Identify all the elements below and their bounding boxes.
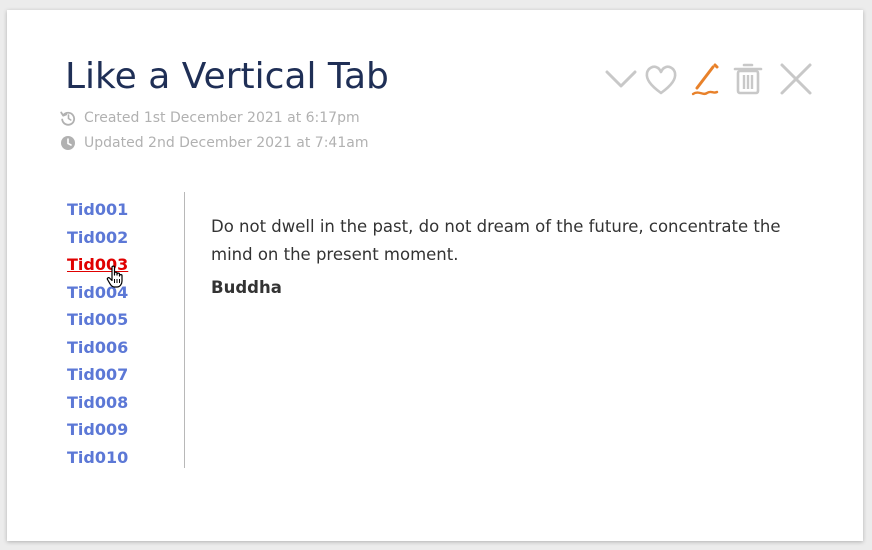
created-text: Created 1st December 2021 at 6:17pm [84, 110, 360, 126]
close-icon[interactable] [775, 60, 817, 100]
tab-tid006[interactable]: Tid006 [67, 334, 187, 362]
created-info: Created 1st December 2021 at 6:17pm [60, 110, 360, 126]
tab-tid001[interactable]: Tid001 [67, 196, 187, 224]
tiddler-card: Like a Vertical Tab Created 1st December… [7, 10, 863, 541]
tab-tid004[interactable]: Tid004 [67, 279, 187, 307]
tab-tid003[interactable]: Tid003 [67, 251, 187, 279]
tab-content: Do not dwell in the past, do not dream o… [211, 213, 801, 297]
chevron-down-icon[interactable] [601, 60, 641, 100]
clock-icon [61, 136, 75, 150]
tiddler-toolbar [595, 60, 817, 100]
tab-tid007[interactable]: Tid007 [67, 361, 187, 389]
quote-author: Buddha [211, 278, 282, 297]
quote-text: Do not dwell in the past, do not dream o… [211, 217, 781, 264]
tiddler-title: Like a Vertical Tab [65, 56, 389, 97]
tab-tid005[interactable]: Tid005 [67, 306, 187, 334]
heart-icon[interactable] [641, 60, 681, 100]
updated-text: Updated 2nd December 2021 at 7:41am [84, 135, 369, 151]
updated-info: Updated 2nd December 2021 at 7:41am [60, 135, 368, 151]
tab-tid008[interactable]: Tid008 [67, 389, 187, 417]
vertical-tab-list: Tid001 Tid002 Tid003 Tid004 Tid005 Tid00… [67, 196, 187, 471]
tab-divider [184, 192, 185, 468]
tab-tid010[interactable]: Tid010 [67, 444, 187, 472]
trash-icon[interactable] [728, 60, 768, 100]
tab-tid002[interactable]: Tid002 [67, 224, 187, 252]
history-icon [60, 111, 76, 126]
tab-tid009[interactable]: Tid009 [67, 416, 187, 444]
pencil-icon[interactable] [685, 60, 725, 100]
